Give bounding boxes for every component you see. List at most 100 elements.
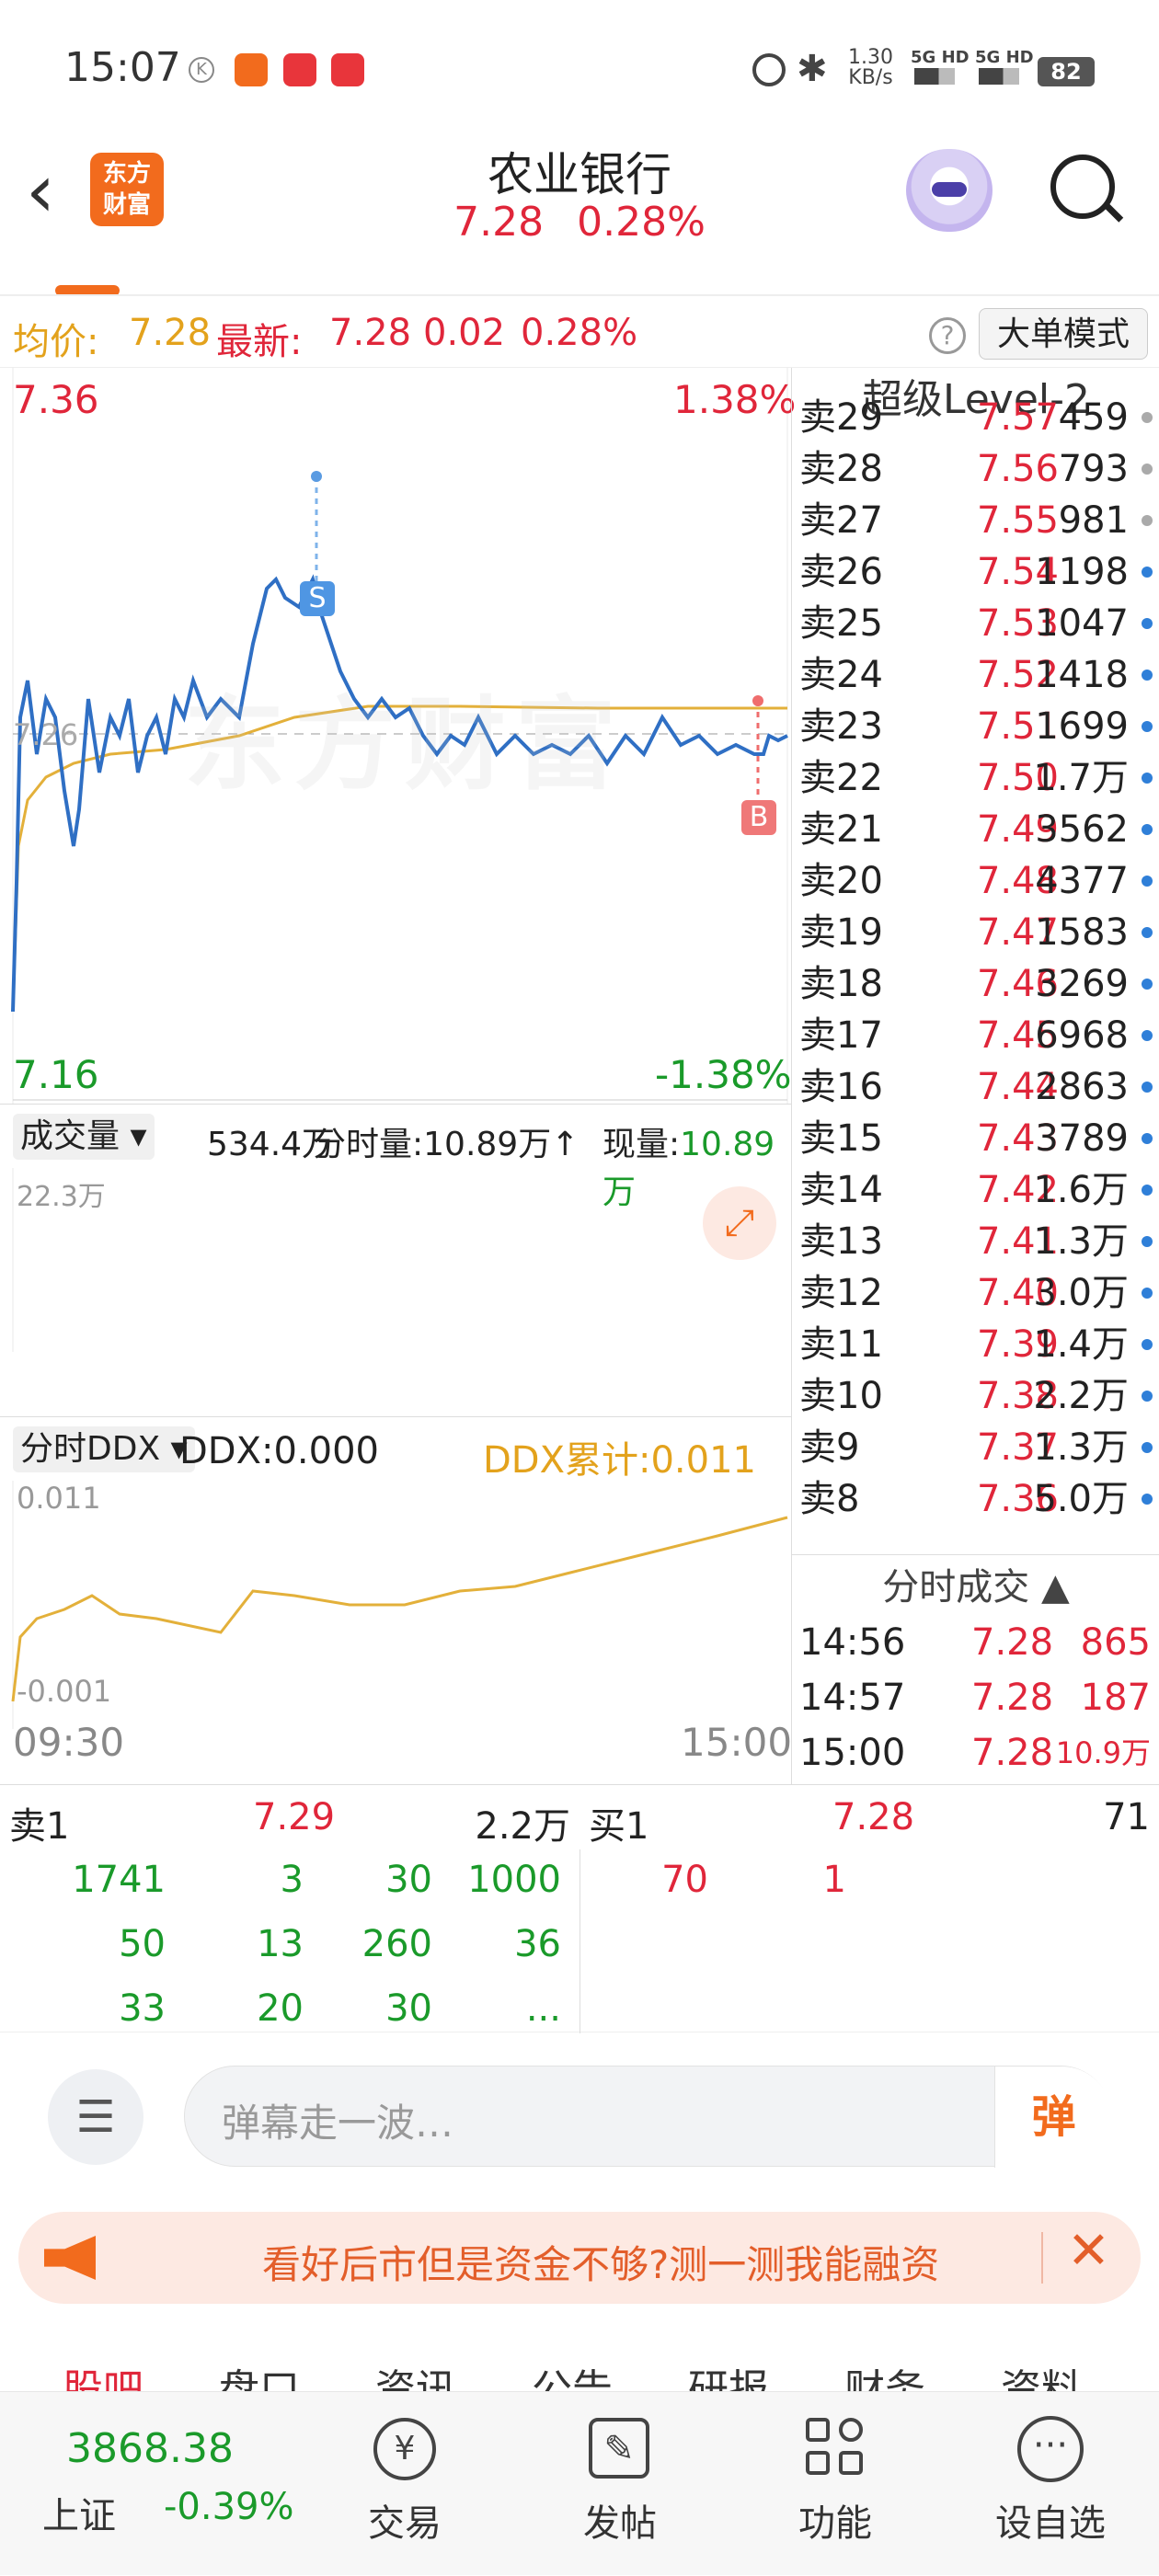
ask-row[interactable]: 卖11 7.39 1.4万	[792, 1319, 1159, 1370]
ask-row[interactable]: 卖29 7.57 459	[792, 392, 1159, 443]
status-bar: 15:07 K ✱ 1.30 KB/s 5G HD 5G HD 82	[0, 0, 1159, 138]
ask-row[interactable]: 卖28 7.56 793	[792, 443, 1159, 495]
index-quote[interactable]: 3868.38 上证 -0.39%	[0, 2392, 313, 2576]
sell-marker[interactable]: S	[300, 581, 335, 616]
sell1-volume: 2.2万	[475, 1805, 570, 1848]
ask-row[interactable]: 卖13 7.41 1.3万	[792, 1216, 1159, 1267]
search-icon[interactable]	[1050, 155, 1124, 223]
ask-dot-icon	[1142, 1288, 1153, 1299]
content-tab[interactable]: 盘口	[219, 2356, 300, 2391]
ask-dot-icon	[1142, 618, 1153, 629]
trade-price: 7.28	[971, 1677, 1054, 1719]
ask-label: 卖24	[799, 654, 883, 696]
back-icon[interactable]: ‹	[26, 155, 55, 228]
ask-dot-icon	[1142, 1082, 1153, 1093]
ask-label: 卖26	[799, 551, 883, 593]
latest-label: 最新:	[216, 321, 303, 363]
buy1-price: 7.28	[832, 1796, 915, 1838]
app-notification-icon	[235, 53, 268, 86]
ask-label: 卖15	[799, 1117, 883, 1160]
content-tab[interactable]: 股吧	[63, 2356, 143, 2391]
content-tab[interactable]: 资料	[1001, 2356, 1082, 2391]
ask-dot-icon	[1142, 670, 1153, 681]
brand-logo: 东方 财富	[90, 153, 164, 226]
signal-1: 5G HD	[911, 48, 970, 67]
signal-bars-2-icon	[979, 68, 1019, 85]
sell-queue-item: 20	[257, 1987, 304, 2030]
ask-list[interactable]: 卖29 7.57 459 卖28 7.56 793 卖27 7.55 981 卖26 7.54 119…	[792, 396, 1159, 1560]
volume-max-label: 22.3万	[17, 1181, 106, 1213]
danmu-input[interactable]: 弹幕走一波… 弹	[184, 2066, 1112, 2168]
nav-functions[interactable]: 功能	[762, 2392, 909, 2576]
expand-icon[interactable]: ⤢	[703, 1186, 776, 1260]
ask-row[interactable]: 卖21 7.49 3562	[792, 804, 1159, 855]
ask-label: 卖16	[799, 1066, 883, 1108]
battery-icon: 82	[1038, 57, 1095, 86]
promo-banner[interactable]: 看好后市但是资金不够?测一测我能融资 ✕	[18, 2212, 1141, 2304]
ask-label: 卖21	[799, 808, 883, 851]
trade-volume: 10.9万	[1055, 1735, 1151, 1770]
nav-watchlist[interactable]: ··· 设自选	[977, 2392, 1124, 2576]
promo-text[interactable]: 看好后市但是资金不够?测一测我能融资	[262, 2234, 939, 2290]
ask-dot-icon	[1142, 876, 1153, 887]
index-value: 3868.38	[66, 2425, 234, 2472]
ask-volume: 4377	[1035, 860, 1129, 902]
ask-dot-icon	[1142, 824, 1153, 835]
ddx-dropdown[interactable]: 分时DDX ▾	[13, 1426, 195, 1472]
nav-post[interactable]: ✎ 发帖	[546, 2392, 694, 2576]
trade-row: 14:57 7.28 187	[792, 1670, 1159, 1725]
ask-label: 卖9	[799, 1426, 860, 1469]
index-name: 上证	[42, 2495, 116, 2537]
sell-queue-item: 30	[385, 1987, 432, 2030]
ask-row[interactable]: 卖26 7.54 1198	[792, 546, 1159, 598]
ask-row[interactable]: 卖20 7.48 4377	[792, 855, 1159, 907]
danmu-send-button[interactable]: 弹	[994, 2067, 1112, 2168]
ask-row[interactable]: 卖24 7.52 1418	[792, 649, 1159, 701]
ask-row[interactable]: 卖27 7.55 981	[792, 495, 1159, 546]
big-order-mode-button[interactable]: 大单模式	[979, 308, 1148, 360]
ask-dot-icon	[1142, 412, 1153, 423]
time-end: 15:00	[681, 1720, 793, 1765]
help-icon[interactable]: ?	[929, 317, 966, 354]
ask-row[interactable]: 卖15 7.43 3789	[792, 1113, 1159, 1164]
ask-row[interactable]: 卖18 7.46 3269	[792, 958, 1159, 1010]
danmu-bar: ☰ 弹幕走一波… 弹	[0, 2042, 1159, 2189]
chart-period-tabs	[0, 241, 1159, 296]
trade-row: 15:00 7.28 10.9万	[792, 1725, 1159, 1780]
ask-row[interactable]: 卖14 7.42 1.6万	[792, 1164, 1159, 1216]
ask-row[interactable]: 卖8 7.36 5.0万	[792, 1473, 1159, 1525]
sell-queue-item: ...	[525, 1987, 561, 2030]
ask-row[interactable]: 卖12 7.40 3.0万	[792, 1267, 1159, 1319]
sell-queue-item: 3	[280, 1859, 304, 1901]
sell1-label: 卖1	[9, 1805, 70, 1848]
trades-header[interactable]: 分时成交 ▲	[792, 1554, 1159, 1619]
content-tab[interactable]: 研报	[688, 2356, 769, 2391]
ask-label: 卖22	[799, 757, 883, 799]
volume-dropdown[interactable]: 成交量 ▾	[13, 1114, 155, 1160]
ask-label: 卖25	[799, 602, 883, 645]
content-tab[interactable]: 资讯	[375, 2356, 456, 2391]
nav-trade[interactable]: ¥ 交易	[331, 2392, 478, 2576]
ask-row[interactable]: 卖23 7.51 1699	[792, 701, 1159, 752]
ask-row[interactable]: 卖9 7.37 1.3万	[792, 1422, 1159, 1473]
ask-row[interactable]: 卖17 7.45 6968	[792, 1010, 1159, 1061]
trade-time: 15:00	[799, 1732, 906, 1774]
robot-assistant-icon[interactable]	[906, 149, 993, 232]
ask-row[interactable]: 卖25 7.53 1047	[792, 598, 1159, 649]
sell-queue-item: 260	[361, 1923, 432, 1965]
buy1-label: 买1	[589, 1805, 649, 1848]
content-tab[interactable]: 公告	[532, 2356, 613, 2391]
close-icon[interactable]: ✕	[1067, 2221, 1110, 2281]
avg-label: 均价:	[13, 321, 99, 363]
bottom-navigation: 3868.38 上证 -0.39% ¥ 交易 ✎ 发帖 功能 ··· 设自选	[0, 2391, 1159, 2575]
ask-volume: 981	[1058, 499, 1129, 542]
ask-row[interactable]: 卖22 7.50 1.7万	[792, 752, 1159, 804]
content-tab[interactable]: 财务	[844, 2356, 925, 2391]
ask-row[interactable]: 卖10 7.38 2.2万	[792, 1370, 1159, 1422]
buy-marker[interactable]: B	[741, 800, 776, 835]
ask-row[interactable]: 卖19 7.47 1583	[792, 907, 1159, 958]
danmu-list-icon[interactable]: ☰	[48, 2069, 143, 2165]
ask-volume: 1583	[1035, 911, 1129, 954]
ask-volume: 1.6万	[1033, 1169, 1129, 1211]
ask-row[interactable]: 卖16 7.44 2863	[792, 1061, 1159, 1113]
